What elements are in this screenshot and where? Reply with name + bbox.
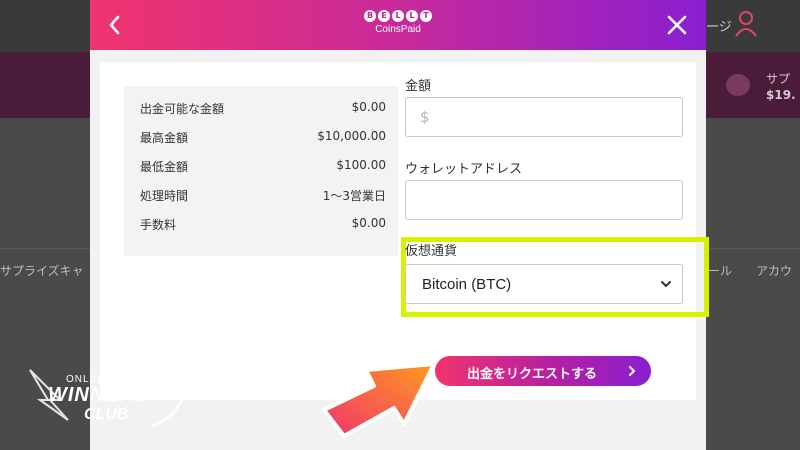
amount-input[interactable]: $ — [405, 97, 683, 137]
info-value: $0.00 — [351, 100, 386, 114]
info-label: 出金可能な金額 — [140, 102, 225, 116]
logo-letter: L — [392, 10, 404, 22]
watermark-title: WINNERS — [48, 384, 150, 406]
info-label: 処理時間 — [140, 189, 189, 203]
crypto-currency-select[interactable]: Bitcoin (BTC) — [405, 264, 683, 304]
withdraw-info-panel: 出金可能な金額 $0.00 最高金額 $10,000.00 最低金額 $100.… — [124, 86, 398, 256]
info-row-processing-time: 処理時間 1〜3営業日 — [140, 187, 386, 207]
modal-body: 出金可能な金額 $0.00 最高金額 $10,000.00 最低金額 $100.… — [100, 62, 709, 400]
close-icon[interactable] — [664, 12, 690, 38]
chevron-down-icon — [661, 281, 671, 287]
pointer-arrow-icon — [322, 362, 436, 438]
info-label: 最低金額 — [140, 160, 189, 174]
logo-letter: T — [420, 10, 432, 22]
info-label: 最高金額 — [140, 131, 189, 145]
chevron-right-icon — [629, 366, 635, 376]
background-tab-surprise: サプライズキャ — [0, 264, 84, 278]
info-row-min: 最低金額 $100.00 — [140, 158, 386, 178]
info-value: 1〜3営業日 — [322, 189, 386, 203]
info-row-max: 最高金額 $10,000.00 — [140, 129, 386, 149]
info-value: $0.00 — [351, 216, 386, 230]
user-icon — [735, 11, 757, 37]
bitcoin-provider-logo: B E L L T CoinsPaid — [358, 10, 438, 42]
background-nav-text: ージ — [706, 20, 732, 35]
logo-letter: L — [406, 10, 418, 22]
watermark-club: CLUB — [84, 406, 129, 423]
crypto-label: 仮想通貨 — [405, 244, 458, 259]
background-balance: サプ $19. — [706, 52, 800, 118]
info-row-fee: 手数料 $0.00 — [140, 216, 386, 236]
background-balance-value: $19. — [766, 88, 796, 102]
background-tab-account: アカウ — [756, 264, 793, 278]
logo-letters: B E L L T — [358, 10, 438, 22]
wallet-address-label: ウォレットアドレス — [405, 162, 523, 177]
info-value: $100.00 — [336, 158, 386, 172]
winners-club-watermark: ONLINE CASINO WINNERS CLUB — [20, 360, 200, 436]
gift-icon — [726, 74, 750, 96]
logo-letter: B — [364, 10, 376, 22]
background-nav-right: ージ — [706, 8, 800, 44]
request-withdrawal-label: 出金をリクエストする — [467, 367, 598, 382]
modal-header: B E L L T CoinsPaid — [90, 0, 706, 50]
logo-letter: E — [378, 10, 390, 22]
background-tab-1: ール — [708, 264, 733, 278]
info-row-available: 出金可能な金額 $0.00 — [140, 100, 386, 120]
wallet-address-input[interactable] — [405, 180, 683, 220]
amount-placeholder: $ — [420, 108, 430, 126]
request-withdrawal-button[interactable]: 出金をリクエストする — [435, 356, 651, 386]
crypto-selected-value: Bitcoin (BTC) — [422, 276, 512, 293]
amount-label: 金額 — [405, 79, 432, 94]
back-arrow-icon[interactable] — [104, 12, 126, 38]
logo-provider-name: CoinsPaid — [375, 24, 421, 35]
background-balance-label: サプ — [766, 72, 791, 86]
info-label: 手数料 — [140, 218, 177, 232]
info-value: $10,000.00 — [317, 129, 386, 143]
